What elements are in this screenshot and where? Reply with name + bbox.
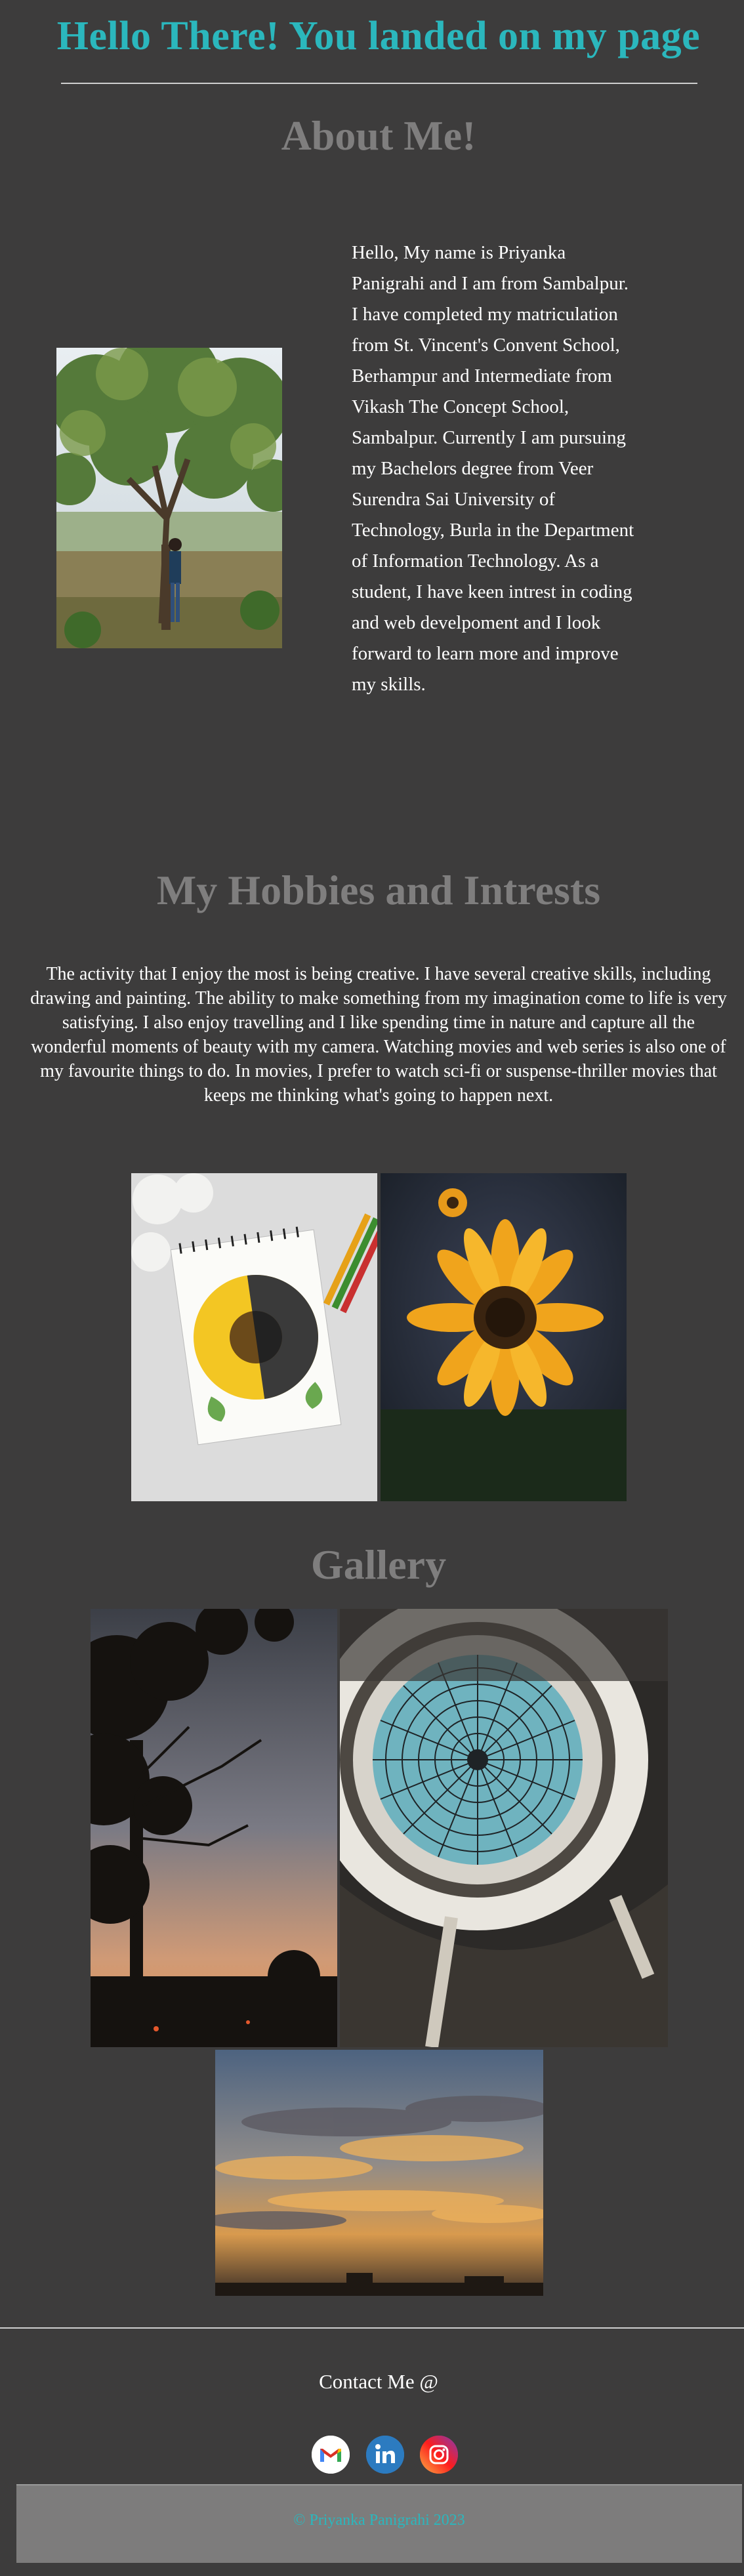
copyright-text: © Priyanka Panigrahi 2023 [293, 2512, 465, 2529]
footer-bar: © Priyanka Panigrahi 2023 [16, 2484, 742, 2563]
gmail-icon [312, 2436, 350, 2474]
linkedin-link[interactable] [366, 2436, 404, 2474]
sunset-clouds-photo [215, 2050, 543, 2296]
footer-divider [0, 2327, 744, 2329]
contact-label: Contact Me @ [319, 2370, 438, 2393]
hobbies-heading: My Hobbies and Intrests [156, 867, 601, 913]
sunflower-drawing-photo [131, 1173, 377, 1501]
linkedin-icon [366, 2436, 404, 2474]
glass-dome-photo [340, 1609, 668, 2047]
gallery-heading: Gallery [310, 1541, 447, 1588]
instagram-link[interactable] [420, 2436, 458, 2474]
gmail-link[interactable] [312, 2436, 350, 2474]
title-divider [61, 83, 697, 84]
about-photo [56, 348, 282, 648]
sunflower-photo [381, 1173, 627, 1501]
about-paragraph: Hello, My name is Priyanka Panigrahi and… [352, 242, 634, 695]
page-title: Hello There! You landed on my page [56, 14, 701, 58]
sunset-tree-photo [91, 1609, 337, 2047]
instagram-icon [420, 2436, 458, 2474]
about-heading: About Me! [281, 112, 476, 159]
hobbies-paragraph: The activity that I enjoy the most is be… [30, 964, 727, 1106]
